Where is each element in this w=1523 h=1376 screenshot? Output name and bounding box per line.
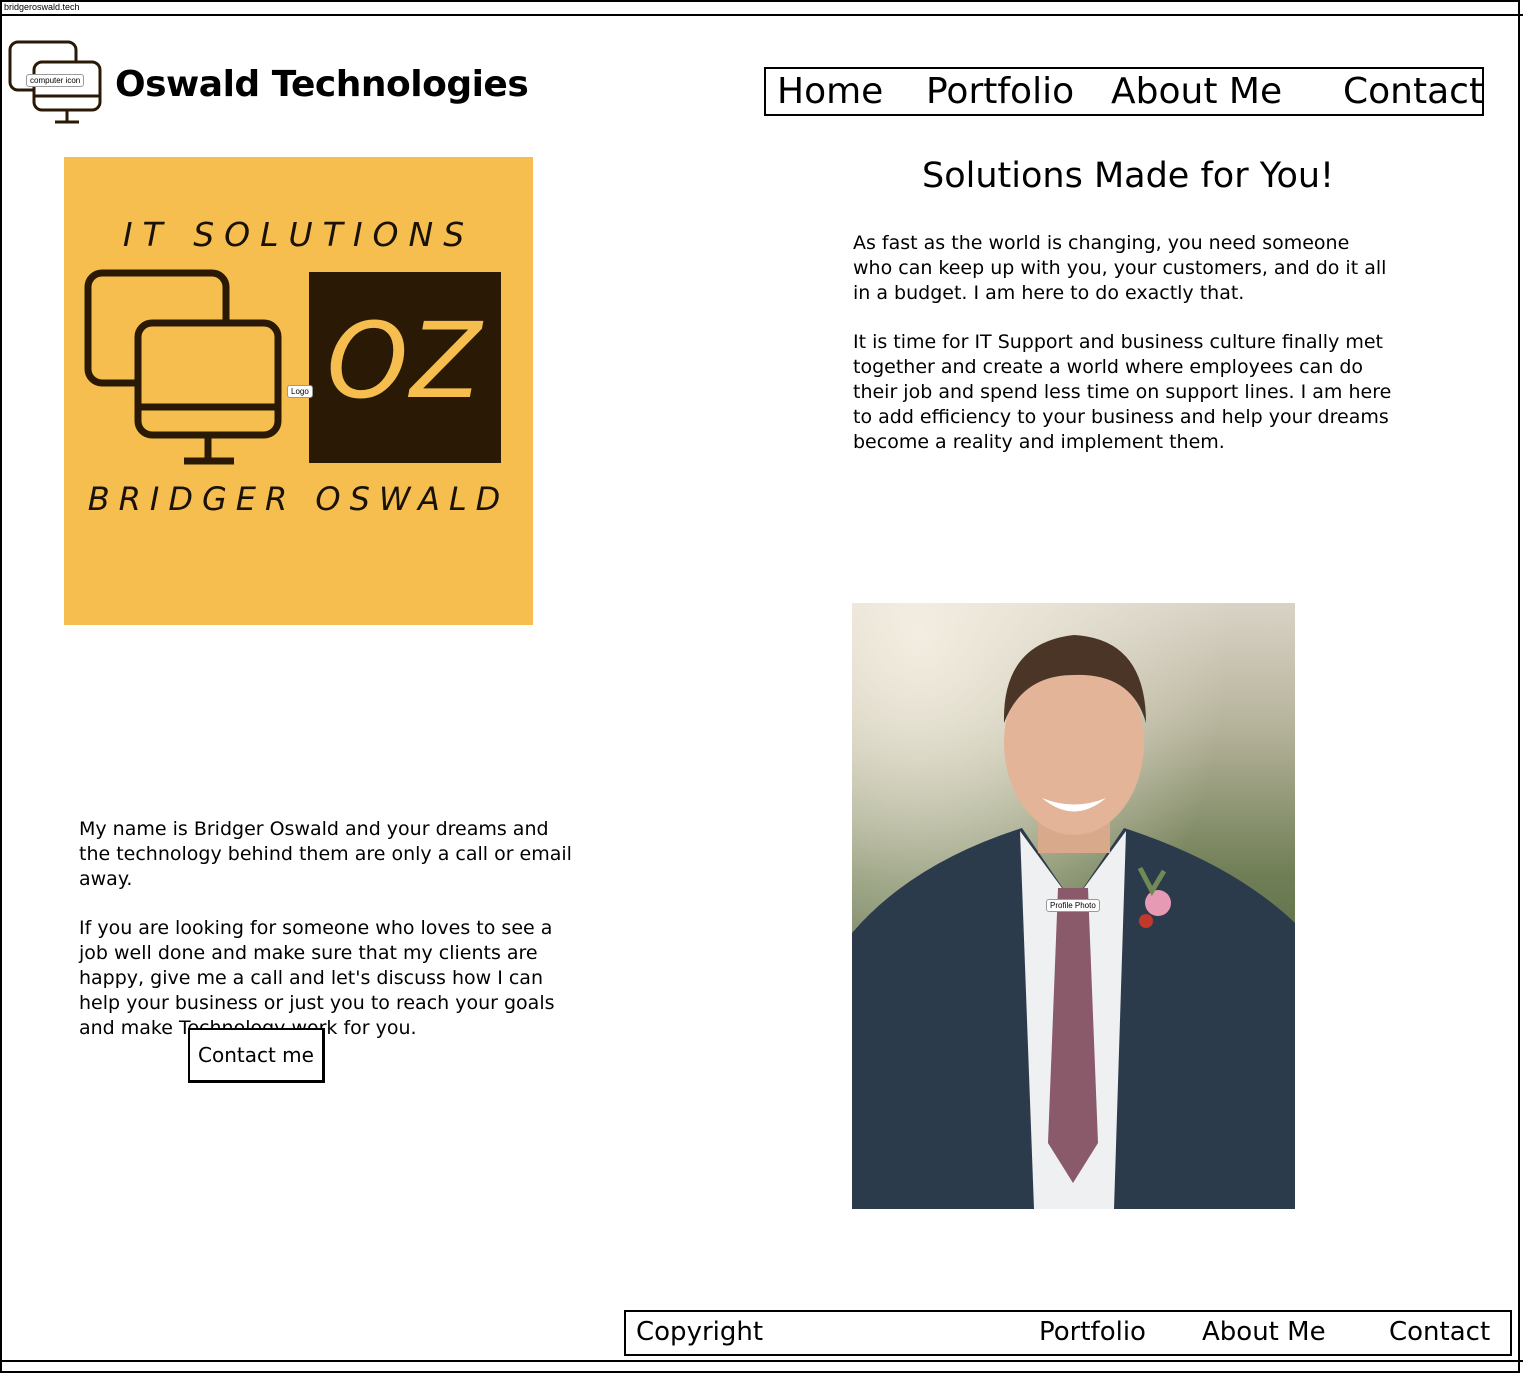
nav-contact[interactable]: Contact (1343, 71, 1483, 112)
footer-copyright: Copyright (636, 1317, 764, 1347)
logo: IT SOLUTIONS OZ Logo BRIDGER OSWALD (64, 157, 533, 625)
logo-bottom-text: BRIDGER OSWALD (87, 480, 510, 518)
logo-computers-icon (84, 269, 282, 465)
footer-link-about-me[interactable]: About Me (1202, 1317, 1326, 1347)
footer-link-contact[interactable]: Contact (1389, 1317, 1490, 1347)
main-nav: Home Portfolio About Me Contact (764, 67, 1484, 116)
nav-home[interactable]: Home (777, 71, 883, 112)
computer-icon: computer icon (8, 40, 104, 126)
logo-monogram: OZ (326, 300, 484, 422)
logo-monogram-box: OZ (309, 272, 501, 463)
logo-top-text: IT SOLUTIONS (122, 215, 475, 254)
hero-paragraph: It is time for IT Support and business c… (853, 331, 1392, 453)
computer-icon-annotation: computer icon (26, 74, 85, 87)
profile-photo-annotation: Profile Photo (1046, 899, 1100, 912)
nav-about-me[interactable]: About Me (1111, 71, 1282, 112)
brand-title[interactable]: Oswald Technologies (115, 64, 529, 105)
contact-me-button[interactable]: Contact me (188, 1028, 325, 1083)
logo-annotation: Logo (287, 385, 313, 398)
footer: Copyright Portfolio About Me Contact (624, 1310, 1512, 1356)
browser-address-bar[interactable]: bridgeroswald.tech (0, 0, 1523, 16)
nav-portfolio[interactable]: Portfolio (926, 71, 1074, 112)
bio-text: My name is Bridger Oswald and your dream… (79, 817, 579, 1065)
bottom-divider (0, 1360, 1523, 1362)
hero-title: Solutions Made for You! (922, 156, 1335, 196)
footer-link-portfolio[interactable]: Portfolio (1039, 1317, 1146, 1347)
bio-paragraph: If you are looking for someone who loves… (79, 917, 555, 1039)
hero-paragraph: As fast as the world is changing, you ne… (853, 232, 1387, 304)
url-text: bridgeroswald.tech (4, 2, 80, 12)
bio-paragraph: My name is Bridger Oswald and your dream… (79, 818, 572, 890)
hero-text: As fast as the world is changing, you ne… (853, 231, 1393, 479)
profile-photo: Profile Photo (852, 603, 1295, 1209)
